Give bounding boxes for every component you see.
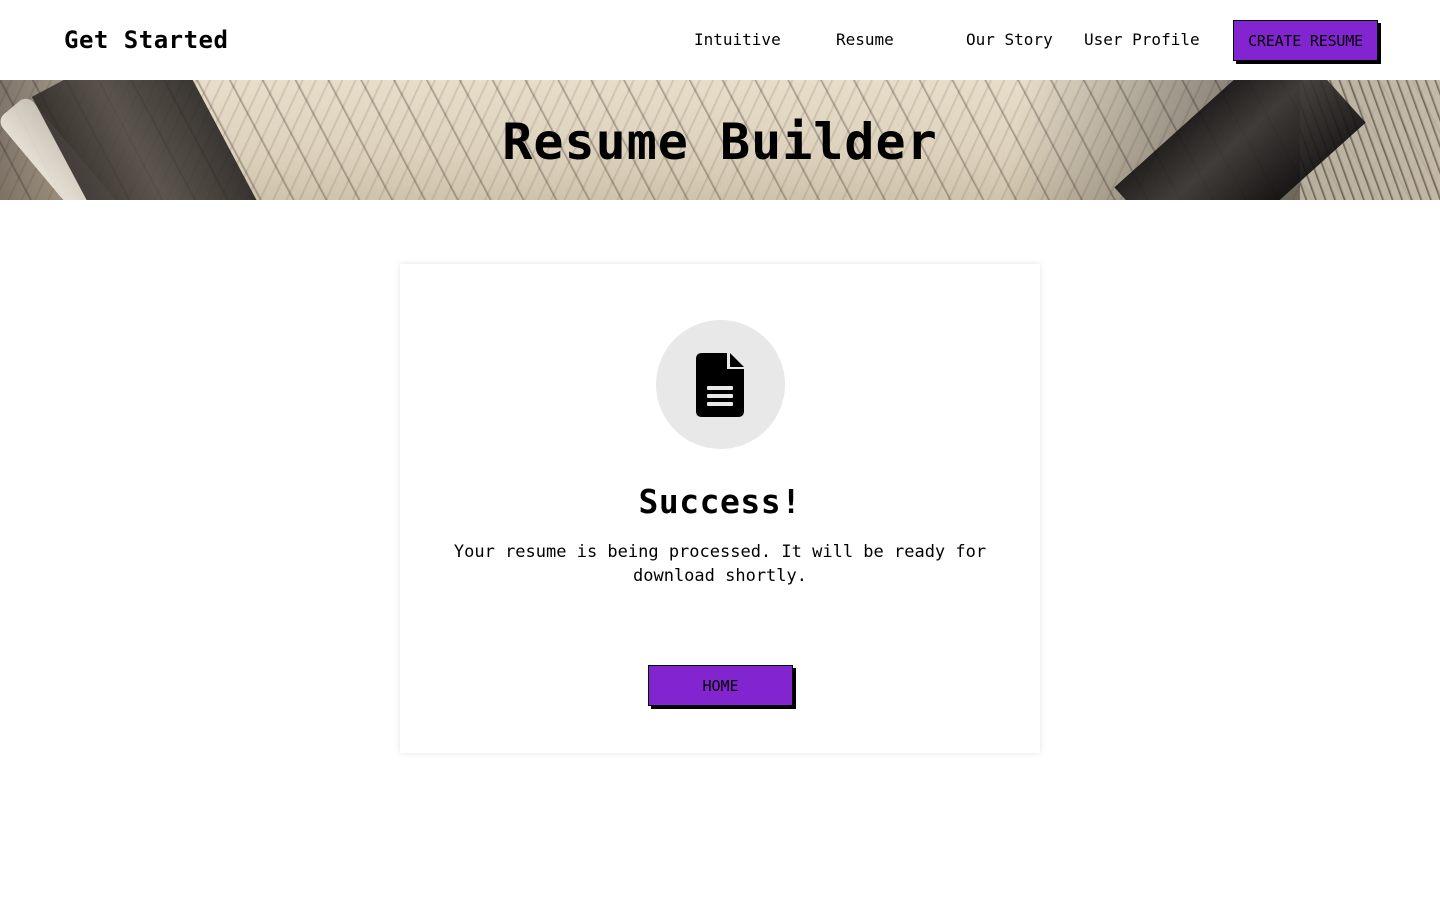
nav-link-user-profile[interactable]: User Profile — [1084, 30, 1200, 50]
nav-link-intuitive[interactable]: Intuitive — [694, 30, 781, 50]
page-title: Resume Builder — [502, 113, 938, 171]
success-card: Success! Your resume is being processed.… — [400, 264, 1040, 753]
home-button[interactable]: HOME — [648, 665, 793, 706]
top-navbar: Get Started Intuitive Resume Our Story U… — [0, 0, 1440, 80]
success-title: Success! — [638, 482, 802, 521]
nav-link-resume[interactable]: Resume — [836, 30, 894, 50]
document-icon — [696, 353, 744, 417]
nav-link-our-story[interactable]: Our Story — [966, 30, 1053, 50]
success-message: Your resume is being processed. It will … — [453, 542, 987, 586]
brand-link[interactable]: Get Started — [64, 25, 228, 55]
create-resume-button[interactable]: CREATE RESUME — [1233, 20, 1378, 61]
icon-circle — [656, 320, 785, 449]
